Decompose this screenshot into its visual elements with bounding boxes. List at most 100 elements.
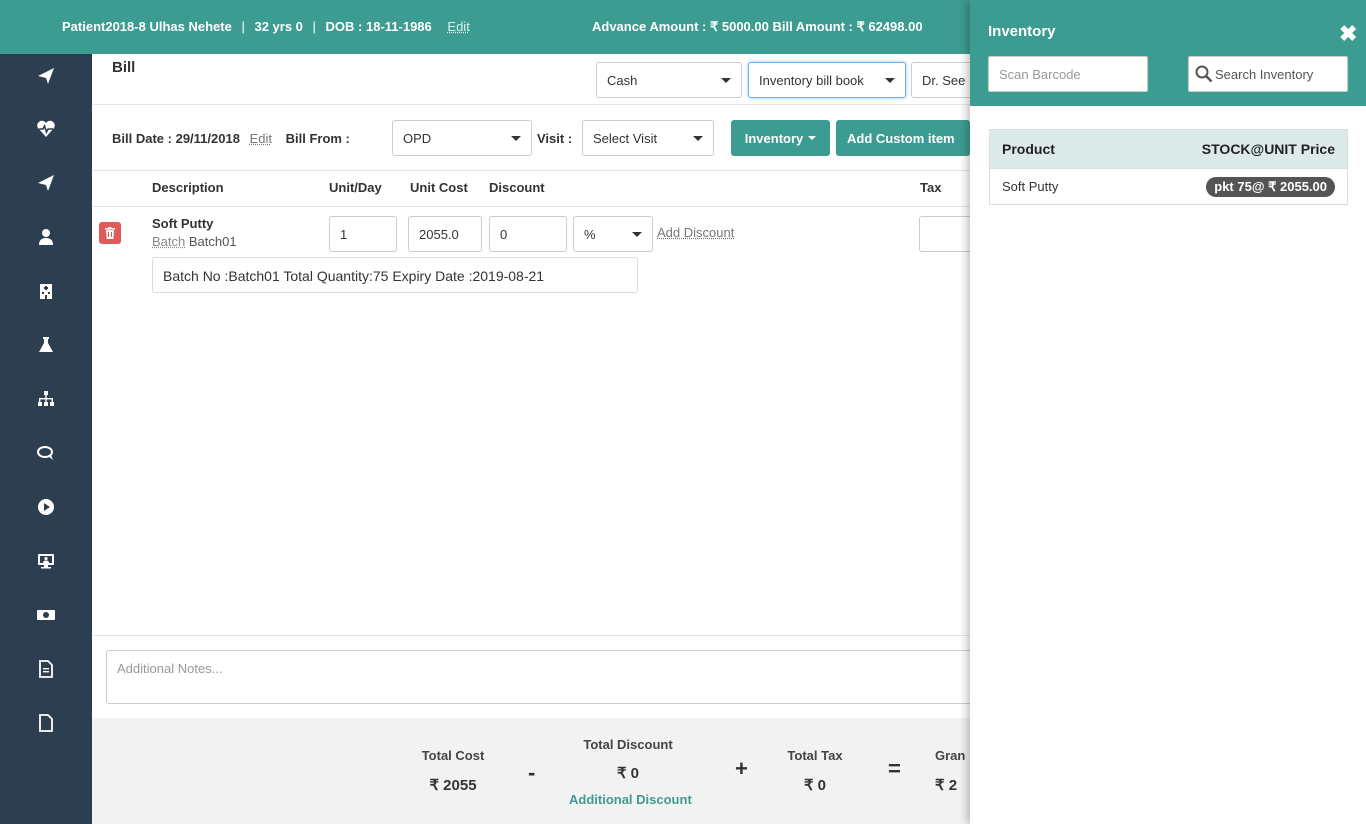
divider	[92, 170, 970, 171]
discount-type-value: %	[584, 226, 596, 242]
bill-panel: Bill Cash Inventory bill book Dr. See Bi…	[92, 54, 981, 824]
total-discount-label: Total Discount	[583, 737, 673, 752]
inventory-panel: Inventory ✖ Scan Barcode Search Inventor…	[970, 0, 1366, 824]
chevron-down-icon	[511, 135, 521, 141]
edit-patient-link[interactable]: Edit	[447, 19, 469, 34]
payment-mode-value: Cash	[607, 72, 638, 88]
money-icon[interactable]	[0, 595, 92, 635]
col-unit-cost: Unit Cost	[410, 180, 468, 195]
inventory-title: Inventory	[988, 23, 1056, 40]
patient-age: 32 yrs 0	[254, 19, 303, 34]
visit-value: Select Visit	[593, 130, 658, 146]
col-stock-price: STOCK@UNIT Price	[1201, 141, 1335, 157]
send-icon[interactable]	[0, 163, 92, 203]
col-tax: Tax	[920, 180, 942, 195]
batch-value: Batch01	[188, 234, 237, 249]
sidebar-nav	[0, 54, 92, 824]
inventory-header: Inventory ✖ Scan Barcode Search Inventor…	[970, 0, 1366, 106]
item-batch: Batch Batch01	[152, 234, 237, 249]
inventory-table: Product STOCK@UNIT Price Soft Putty pkt …	[989, 129, 1348, 205]
units-input[interactable]: 1	[329, 216, 397, 252]
equals-sign: =	[888, 756, 901, 781]
bill-book-value: Inventory bill book	[759, 72, 864, 88]
divider	[92, 635, 970, 636]
hospital-icon[interactable]	[0, 271, 92, 311]
patient-dob: DOB : 18-11-1986	[325, 19, 432, 34]
additional-discount-link[interactable]: Additional Discount	[569, 792, 692, 807]
inventory-table-header: Product STOCK@UNIT Price	[990, 130, 1347, 168]
col-product: Product	[1002, 141, 1055, 157]
search-icon	[1195, 65, 1213, 83]
batch-label-link[interactable]: Batch	[152, 234, 185, 249]
col-discount: Discount	[489, 180, 545, 195]
send-icon[interactable]	[0, 56, 92, 96]
divider	[92, 206, 970, 207]
unit-cost-input[interactable]: 2055.0	[408, 216, 482, 252]
total-discount-value: ₹ 0	[616, 765, 640, 782]
search-inventory-label: Search Inventory	[1215, 66, 1314, 82]
bill-date-value: 29/11/2018	[175, 131, 240, 146]
heartbeat-icon[interactable]	[0, 109, 92, 149]
total-tax-label: Total Tax	[787, 748, 843, 763]
bill-meta-row: Bill Date : 29/11/2018 Edit Bill From :	[112, 131, 350, 146]
total-cost-label: Total Cost	[421, 748, 485, 763]
col-unit-day: Unit/Day	[329, 180, 382, 195]
total-cost-value: ₹ 2055	[429, 777, 477, 794]
payment-mode-select[interactable]: Cash	[596, 62, 742, 98]
total-tax-value: ₹ 0	[803, 777, 827, 794]
flask-icon[interactable]	[0, 325, 92, 365]
col-description: Description	[152, 180, 224, 195]
item-name: Soft Putty	[152, 216, 214, 231]
document-icon[interactable]	[0, 649, 92, 689]
play-icon[interactable]	[0, 487, 92, 527]
monitor-user-icon[interactable]	[0, 541, 92, 581]
bill-date-label: Bill Date :	[112, 131, 172, 146]
blank-file-icon[interactable]	[0, 703, 92, 743]
chevron-down-icon	[632, 231, 642, 237]
divider	[92, 104, 970, 105]
grand-total-label: Gran	[935, 748, 966, 763]
caret-down-icon	[808, 136, 817, 140]
trash-icon	[105, 227, 115, 239]
patient-header: Patient2018-8 Ulhas Nehete | 32 yrs 0 | …	[0, 0, 970, 54]
totals-bar: Total Cost ₹ 2055 - Total Discount ₹ 0 A…	[92, 718, 970, 824]
bill-from-value: OPD	[403, 130, 432, 146]
discount-input[interactable]: 0	[489, 216, 567, 252]
discount-type-select[interactable]: %	[573, 216, 653, 252]
chevron-down-icon	[885, 77, 895, 83]
add-discount-link[interactable]: Add Discount	[657, 225, 734, 240]
grand-total-value: ₹ 2	[935, 777, 958, 794]
separator: |	[312, 19, 316, 34]
chat-icon[interactable]	[0, 433, 92, 473]
minus-sign: -	[528, 760, 536, 785]
page-title: Bill	[112, 59, 136, 76]
amount-summary: Advance Amount : ₹ 5000.00 Bill Amount :…	[592, 19, 923, 34]
sitemap-icon[interactable]	[0, 379, 92, 419]
edit-date-link[interactable]: Edit	[250, 131, 272, 146]
delete-item-button[interactable]	[99, 222, 121, 244]
visit-label: Visit :	[537, 131, 573, 146]
bill-from-select[interactable]: OPD	[392, 120, 532, 156]
chevron-down-icon	[693, 135, 703, 141]
patient-id: Patient2018-8	[62, 19, 146, 34]
user-icon[interactable]	[0, 217, 92, 257]
close-icon[interactable]: ✖	[1339, 23, 1357, 45]
patient-info: Patient2018-8 Ulhas Nehete | 32 yrs 0 | …	[62, 19, 470, 34]
patient-name: Ulhas Nehete	[149, 19, 232, 34]
plus-sign: +	[735, 756, 748, 781]
bill-book-select[interactable]: Inventory bill book	[748, 62, 906, 98]
scan-barcode-input[interactable]: Scan Barcode	[988, 56, 1148, 92]
separator: |	[241, 19, 245, 34]
additional-notes-textarea[interactable]: Additional Notes...	[106, 650, 976, 704]
add-custom-item-button[interactable]: Add Custom item	[836, 120, 970, 156]
table-row[interactable]: Soft Putty pkt 75@ ₹ 2055.00	[990, 168, 1347, 204]
doctor-value: Dr. See	[922, 72, 966, 88]
inventory-button-label: Inventory	[744, 130, 804, 146]
bill-from-label: Bill From :	[285, 131, 350, 146]
batch-info-tooltip: Batch No :Batch01 Total Quantity:75 Expi…	[152, 257, 638, 293]
stock-badge: pkt 75@ ₹ 2055.00	[1206, 176, 1335, 197]
inventory-dropdown-button[interactable]: Inventory	[731, 120, 830, 156]
search-inventory-button[interactable]: Search Inventory	[1188, 56, 1348, 92]
product-name: Soft Putty	[1002, 179, 1059, 194]
visit-select[interactable]: Select Visit	[582, 120, 714, 156]
